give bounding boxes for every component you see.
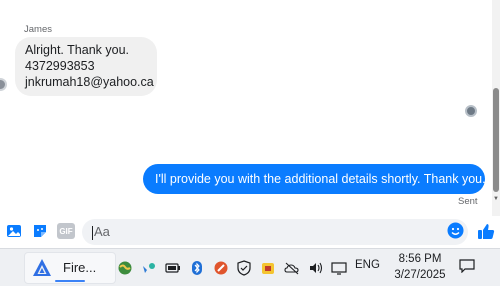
emoji-icon[interactable]: [447, 222, 464, 239]
incoming-message-bubble[interactable]: Alright. Thank you. 4372993853 jnkrumah1…: [15, 37, 157, 96]
sent-status: Sent: [458, 196, 478, 207]
volume-icon[interactable]: [308, 260, 324, 276]
message-composer: GIF Aa: [0, 216, 500, 248]
tool-icon[interactable]: [213, 260, 229, 276]
display-icon[interactable]: [331, 260, 347, 276]
security-icon[interactable]: [260, 260, 276, 276]
incoming-line: Alright. Thank you.: [25, 43, 129, 57]
bluetooth-icon[interactable]: [189, 260, 205, 276]
notification-icon[interactable]: [459, 259, 475, 274]
active-indicator: [55, 280, 85, 282]
input-placeholder: Aa: [94, 224, 110, 239]
clock-date: 3/27/2025: [394, 269, 446, 281]
shield-icon[interactable]: [236, 260, 252, 276]
outgoing-message-bubble[interactable]: I'll provide you with the additional det…: [143, 164, 486, 194]
clock[interactable]: 8:56 PM 3/27/2025: [389, 251, 451, 283]
image-icon[interactable]: [6, 223, 22, 239]
sender-avatar[interactable]: [0, 78, 7, 91]
scroll-thumb[interactable]: [493, 88, 499, 192]
sticker-icon[interactable]: [32, 223, 48, 239]
read-receipt-avatar: [465, 105, 477, 117]
onedrive-icon[interactable]: [284, 260, 300, 276]
scroll-down-arrow[interactable]: ▼: [492, 196, 500, 202]
incoming-line: 4372993853: [25, 59, 95, 73]
clock-time: 8:56 PM: [398, 253, 442, 265]
battery-icon[interactable]: [165, 260, 181, 276]
gif-icon[interactable]: GIF: [57, 223, 75, 239]
network-globe-icon[interactable]: [117, 260, 133, 276]
chat-scrollbar[interactable]: ▼: [492, 0, 500, 216]
chat-panel: James Alright. Thank you. 4372993853 jnk…: [0, 0, 500, 216]
app-icon: [31, 257, 53, 279]
like-icon[interactable]: [477, 222, 495, 240]
windows-taskbar: Fire... ENG 8:56 PM 3/27/2025: [0, 248, 500, 286]
app-label: Fire...: [63, 260, 97, 275]
taskbar-app-firefox[interactable]: Fire...: [24, 252, 116, 284]
text-caret: [92, 225, 93, 240]
message-input[interactable]: Aa: [82, 219, 468, 245]
incoming-line: jnkrumah18@yahoo.ca: [25, 75, 154, 89]
location-icon[interactable]: [141, 260, 157, 276]
sender-name: James: [24, 24, 52, 35]
input-language[interactable]: ENG: [355, 259, 380, 271]
